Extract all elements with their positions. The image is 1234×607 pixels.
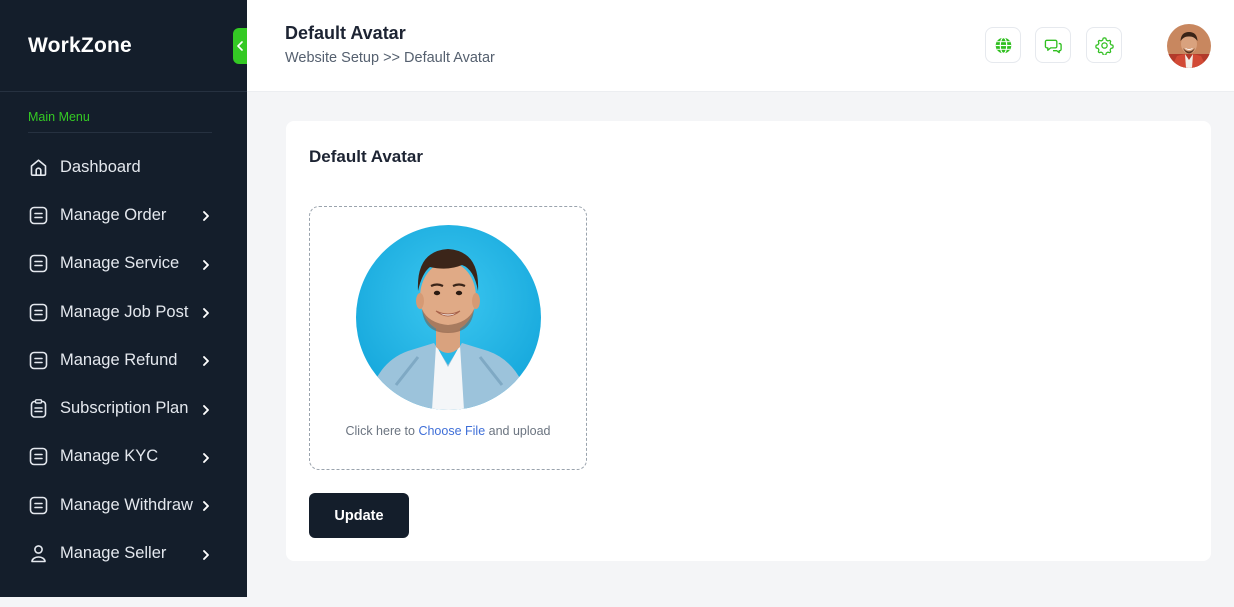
globe-icon — [995, 36, 1011, 54]
brand[interactable]: WorkZone — [0, 0, 247, 92]
chevron-right-icon — [201, 209, 211, 222]
default-avatar-card: Default Avatar Click here to Choose File… — [286, 121, 1211, 561]
card-title: Default Avatar — [309, 147, 423, 166]
sidebar-item-label: Manage Job Post — [60, 302, 189, 321]
settings-button[interactable] — [1086, 27, 1122, 63]
upload-hint: Click here to Choose File and upload — [310, 424, 586, 438]
sidebar-item-manage-withdraw[interactable]: Manage Withdraw — [0, 481, 247, 529]
sidebar-item-label: Manage Order — [60, 205, 167, 224]
sidebar-item-manage-seller[interactable]: Manage Seller — [0, 529, 247, 577]
main-menu-heading: Main Menu — [28, 110, 212, 133]
messages-button[interactable] — [1035, 27, 1071, 63]
sidebar-item-manage-refund[interactable]: Manage Refund — [0, 336, 247, 384]
gear-icon — [1094, 36, 1114, 55]
user-avatar[interactable] — [1167, 24, 1211, 68]
breadcrumb: Website Setup >> Default Avatar — [285, 50, 495, 66]
chevron-right-icon — [201, 548, 211, 560]
chat-icon — [1044, 39, 1062, 53]
chevron-right-icon — [201, 354, 211, 367]
sidebar-item-dashboard[interactable]: Dashboard — [0, 143, 247, 191]
update-button[interactable]: Update — [309, 493, 409, 538]
language-button[interactable] — [985, 27, 1021, 63]
sidebar-item-label: Dashboard — [60, 157, 141, 176]
sidebar-item-label: Manage Refund — [60, 350, 178, 369]
list-icon — [28, 253, 49, 274]
list-icon — [28, 446, 49, 467]
upload-hint-after: and upload — [485, 424, 551, 438]
list-icon — [28, 205, 49, 226]
sidebar-item-manage-kyc[interactable]: Manage KYC — [0, 433, 247, 481]
sidebar-item-label: Manage Seller — [60, 544, 167, 563]
chevron-right-icon — [201, 499, 211, 512]
clipboard-icon — [28, 398, 49, 419]
page-title: Default Avatar — [285, 23, 406, 43]
home-icon — [28, 157, 49, 178]
user-icon — [28, 543, 49, 564]
sidebar-item-manage-service[interactable]: Manage Service — [0, 240, 247, 288]
default-avatar-image — [356, 225, 541, 410]
chevron-left-icon — [237, 41, 243, 51]
sidebar-collapse-button[interactable] — [233, 28, 247, 64]
sidebar-menu: Dashboard Manage Order Manage Service Manag… — [0, 143, 247, 578]
sidebar-item-label: Manage Withdraw — [60, 495, 193, 514]
sidebar: WorkZone Main Menu Dashboard Manage Order… — [0, 0, 247, 597]
list-icon — [28, 302, 49, 323]
choose-file-link[interactable]: Choose File — [418, 424, 485, 438]
list-icon — [28, 350, 49, 371]
upload-hint-before: Click here to — [345, 424, 419, 438]
list-icon — [28, 495, 49, 516]
sidebar-item-label: Manage Service — [60, 254, 180, 273]
chevron-right-icon — [201, 306, 211, 318]
chevron-right-icon — [201, 258, 211, 270]
sidebar-item-subscription-plan[interactable]: Subscription Plan — [0, 384, 247, 432]
sidebar-item-label: Manage KYC — [60, 447, 159, 466]
sidebar-item-manage-order[interactable]: Manage Order — [0, 191, 247, 239]
top-header: Default Avatar Website Setup >> Default … — [247, 0, 1234, 92]
brand-name: WorkZone — [28, 33, 132, 57]
chevron-right-icon — [201, 403, 211, 415]
sidebar-item-label: Subscription Plan — [60, 399, 189, 418]
sidebar-item-manage-job-post[interactable]: Manage Job Post — [0, 288, 247, 336]
chevron-right-icon — [201, 451, 211, 463]
avatar-upload-dropzone[interactable]: Click here to Choose File and upload — [309, 206, 587, 470]
